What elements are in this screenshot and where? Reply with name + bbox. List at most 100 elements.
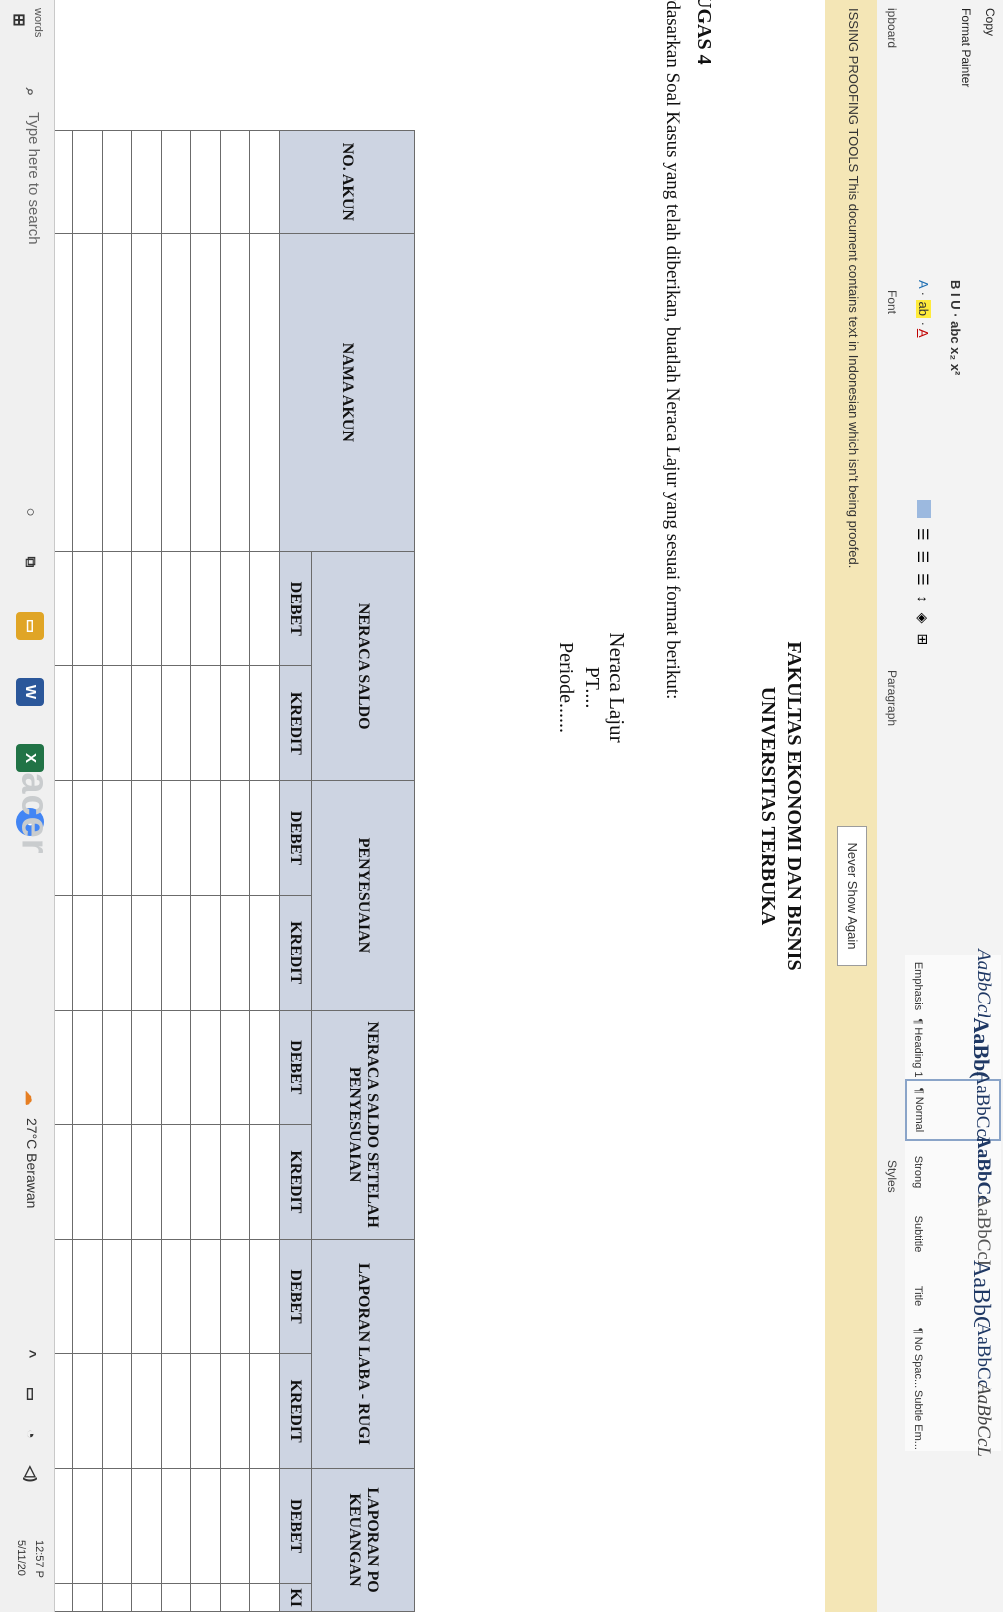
table-cell[interactable] (250, 1468, 280, 1584)
table-cell[interactable] (191, 1468, 221, 1584)
wifi-icon[interactable]: ◔ (16, 1420, 44, 1448)
table-cell[interactable] (73, 130, 103, 234)
table-cell[interactable] (161, 1239, 191, 1354)
style-subtitle[interactable]: AaBbCcD Subtitle (905, 1194, 1001, 1274)
table-cell[interactable] (250, 780, 280, 896)
table-cell[interactable] (250, 551, 280, 666)
line-spacing-icon[interactable]: ↕ (914, 596, 931, 603)
table-cell[interactable] (161, 1353, 191, 1469)
table-cell[interactable] (132, 665, 162, 781)
table-cell[interactable] (161, 233, 191, 552)
table-cell[interactable] (220, 895, 250, 1011)
table-cell[interactable] (102, 233, 132, 552)
search-icon[interactable]: ⌕ (16, 78, 44, 106)
worksheet-table[interactable]: NO. AKUN NAMA AKUN NERACA SALDO PENYESUA… (0, 130, 415, 1612)
table-cell[interactable] (220, 1124, 250, 1240)
borders-icon[interactable]: ⊞ (914, 633, 931, 645)
table-cell[interactable] (102, 1010, 132, 1125)
justify-icon[interactable]: ☰ (914, 573, 931, 586)
table-cell[interactable] (73, 665, 103, 781)
table-cell[interactable] (161, 551, 191, 666)
table-cell[interactable] (250, 665, 280, 781)
table-cell[interactable] (220, 551, 250, 666)
weather-text[interactable]: 27°C Berawan (24, 1118, 40, 1208)
table-cell[interactable] (102, 1583, 132, 1612)
table-cell[interactable] (132, 1124, 162, 1240)
align-center-icon[interactable]: ☰ (914, 528, 931, 541)
table-cell[interactable] (220, 1583, 250, 1612)
table-cell[interactable] (73, 1353, 103, 1469)
table-cell[interactable] (73, 1124, 103, 1240)
table-cell[interactable] (132, 551, 162, 666)
table-cell[interactable] (161, 1468, 191, 1584)
table-cell[interactable] (250, 1239, 280, 1354)
windows-start-icon[interactable]: ⊞ (4, 6, 32, 34)
never-show-again-button[interactable]: Never Show Again (837, 826, 867, 966)
highlight-icon[interactable]: ab (916, 299, 931, 318)
table-cell[interactable] (132, 233, 162, 552)
font-color-icon[interactable]: A (916, 329, 931, 338)
font-color-buttons[interactable]: A · ab · A (916, 280, 931, 338)
style-normal[interactable]: AaBbCcL ¶ Normal (905, 1071, 1001, 1149)
table-cell[interactable] (220, 1239, 250, 1354)
table-cell[interactable] (250, 1583, 280, 1612)
style-emphasis[interactable]: AaBbCcL Emphasis (905, 949, 1001, 1023)
table-cell[interactable] (250, 130, 280, 234)
shading-icon[interactable]: ◈ (914, 613, 931, 624)
table-cell[interactable] (132, 1468, 162, 1584)
task-view-icon[interactable]: ⧉ (16, 548, 44, 576)
taskbar-clock[interactable]: 12:57 P 5/11/20 (12, 1540, 48, 1578)
volume-icon[interactable]: ◁) (16, 1460, 44, 1488)
style-heading-1[interactable]: AaBb(¶ Heading 1 (905, 1017, 1001, 1079)
table-cell[interactable] (191, 1583, 221, 1612)
align-left-icon[interactable] (917, 500, 931, 518)
table-cell[interactable] (220, 1353, 250, 1469)
table-cell[interactable] (220, 233, 250, 552)
table-cell[interactable] (161, 780, 191, 896)
table-cell[interactable] (73, 1583, 103, 1612)
table-cell[interactable] (191, 780, 221, 896)
table-cell[interactable] (102, 551, 132, 666)
table-cell[interactable] (250, 1353, 280, 1469)
table-cell[interactable] (220, 130, 250, 234)
table-cell[interactable] (161, 1124, 191, 1240)
table-cell[interactable] (73, 1468, 103, 1584)
table-cell[interactable] (132, 895, 162, 1011)
table-cell[interactable] (73, 780, 103, 896)
table-cell[interactable] (102, 895, 132, 1011)
style-subtle-emphasis[interactable]: AaBbCcL Subtle Em... (905, 1383, 1001, 1457)
table-cell[interactable] (161, 895, 191, 1011)
style-title[interactable]: AaBbC Title (905, 1260, 1001, 1332)
table-cell[interactable] (102, 1239, 132, 1354)
table-cell[interactable] (191, 895, 221, 1011)
chevron-up-icon[interactable]: ^ (16, 1340, 44, 1368)
table-cell[interactable] (73, 233, 103, 552)
table-cell[interactable] (191, 233, 221, 552)
table-cell[interactable] (191, 665, 221, 781)
table-cell[interactable] (73, 1010, 103, 1125)
table-cell[interactable] (132, 1239, 162, 1354)
table-cell[interactable] (161, 130, 191, 234)
cortana-icon[interactable]: ○ (16, 498, 44, 526)
style-no-spacing[interactable]: AaBbCcl ¶ No Spac... (905, 1323, 1001, 1393)
table-cell[interactable] (132, 1010, 162, 1125)
table-cell[interactable] (220, 780, 250, 896)
table-cell[interactable] (191, 1124, 221, 1240)
table-cell[interactable] (102, 665, 132, 781)
table-cell[interactable] (102, 780, 132, 896)
table-cell[interactable] (102, 130, 132, 234)
table-cell[interactable] (102, 1353, 132, 1469)
table-cell[interactable] (250, 1010, 280, 1125)
format-painter-button[interactable]: Format Painter (959, 8, 973, 87)
file-explorer-icon[interactable]: ▭ (16, 612, 44, 640)
table-cell[interactable] (220, 665, 250, 781)
table-cell[interactable] (132, 780, 162, 896)
table-cell[interactable] (250, 233, 280, 552)
battery-icon[interactable]: ▭ (16, 1380, 44, 1408)
text-effects-icon[interactable]: A (916, 280, 931, 288)
table-cell[interactable] (132, 1583, 162, 1612)
document-page[interactable]: FAKULTAS EKONOMI DAN BISNIS UNIVERSITAS … (0, 0, 825, 1612)
search-box[interactable]: Type here to search (25, 112, 42, 245)
font-format-buttons[interactable]: B I U · abc x₂ x² (948, 280, 963, 375)
table-cell[interactable] (191, 130, 221, 234)
